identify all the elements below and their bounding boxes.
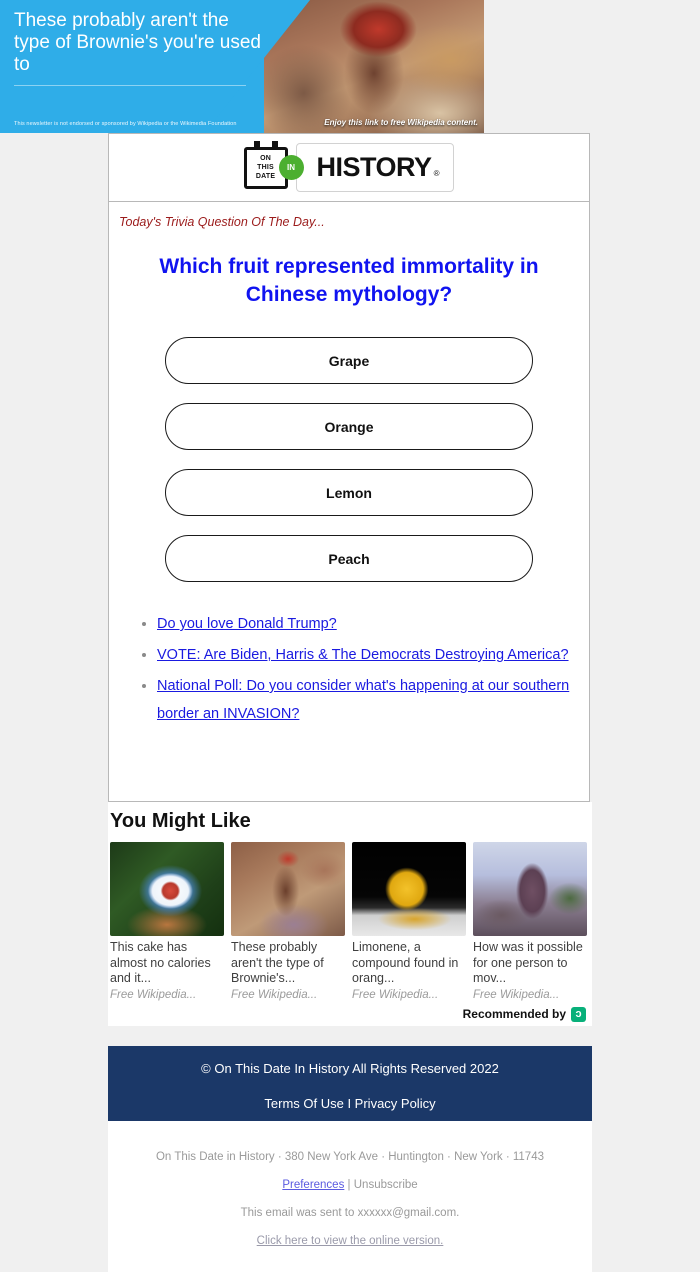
history-text: HISTORY — [316, 152, 433, 182]
in-badge: IN — [278, 155, 304, 180]
poll-link-list: Do you love Donald Trump? VOTE: Are Bide… — [109, 610, 589, 728]
card-thumbnail-cake — [110, 842, 224, 936]
card-thumbnail-moai — [473, 842, 587, 936]
mailing-address: On This Date in History · 380 New York A… — [155, 1151, 544, 1163]
card-title: This cake has almost no calories and it.… — [110, 940, 211, 985]
poll-link-democrats[interactable]: VOTE: Are Biden, Harris & The Democrats … — [157, 647, 569, 663]
preferences-link[interactable]: Preferences — [282, 1179, 344, 1191]
email-body-box: ON THIS DATE IN HISTORY ® Today's Trivia… — [108, 133, 590, 802]
trivia-question: Which fruit represented immortality in C… — [159, 255, 539, 306]
card-title: These probably aren't the type of Browni… — [231, 940, 324, 985]
recommendation-card-4[interactable]: How was it possible for one person to mo… — [473, 842, 587, 1001]
email-page: These probably aren't the type of Browni… — [0, 0, 700, 1272]
history-wordmark: HISTORY ® — [295, 143, 455, 192]
list-item: National Poll: Do you consider what's ha… — [157, 672, 589, 728]
poll-link-border[interactable]: National Poll: Do you consider what's ha… — [157, 678, 569, 722]
trivia-label: Today's Trivia Question Of The Day... — [119, 215, 325, 229]
calendar-line-1: ON — [260, 155, 271, 162]
card-source: Free Wikipedia... — [352, 988, 439, 1001]
terms-privacy-links[interactable]: Terms Of Use I Privacy Policy — [108, 1096, 592, 1111]
card-source: Free Wikipedia... — [110, 988, 197, 1001]
list-item: VOTE: Are Biden, Harris & The Democrats … — [157, 641, 589, 669]
preferences-row: Preferences | Unsubscribe — [108, 1179, 592, 1191]
poll-link-trump[interactable]: Do you love Donald Trump? — [157, 616, 337, 632]
brand-logo[interactable]: ON THIS DATE IN HISTORY ® — [243, 140, 455, 192]
card-source: Free Wikipedia... — [473, 988, 560, 1001]
answer-option-lemon[interactable]: Lemon — [165, 469, 533, 516]
sent-to-text: This email was sent to xxxxxx@gmail.com. — [240, 1207, 460, 1219]
banner-cta: Enjoy this link to free Wikipedia conten… — [324, 118, 478, 127]
recommended-by-attribution[interactable]: Recommended by ɔ — [108, 1006, 586, 1022]
card-title: How was it possible for one person to mo… — [473, 940, 583, 985]
card-source: Free Wikipedia... — [231, 988, 318, 1001]
answer-option-peach[interactable]: Peach — [165, 535, 533, 582]
section-title: You Might Like — [110, 810, 251, 832]
you-might-like-section: You Might Like This cake has almost no c… — [108, 802, 592, 1026]
calendar-line-3: DATE — [255, 173, 276, 180]
registered-mark: ® — [433, 169, 440, 178]
online-version-link[interactable]: Click here to view the online version. — [257, 1235, 444, 1247]
card-title: Limonene, a compound found in orang... — [352, 940, 459, 985]
banner-headline: These probably aren't the type of Browni… — [14, 10, 261, 75]
answer-option-grape[interactable]: Grape — [165, 337, 533, 384]
sponsor-banner[interactable]: These probably aren't the type of Browni… — [0, 0, 484, 133]
unsubscribe-link[interactable]: Unsubscribe — [354, 1179, 418, 1191]
footer-bar: © On This Date In History All Rights Res… — [108, 1046, 592, 1121]
recommendation-card-1[interactable]: This cake has almost no calories and it.… — [110, 842, 224, 1001]
card-thumbnail-limonene — [352, 842, 466, 936]
answer-option-orange[interactable]: Orange — [165, 403, 533, 450]
brand-header: ON THIS DATE IN HISTORY ® — [109, 134, 589, 202]
banner-photo — [264, 0, 484, 133]
legal-section: On This Date in History · 380 New York A… — [108, 1121, 592, 1272]
banner-divider — [14, 85, 246, 86]
recommendation-card-2[interactable]: These probably aren't the type of Browni… — [231, 842, 345, 1001]
taboola-logo-icon: ɔ — [571, 1006, 586, 1022]
recommended-by-label: Recommended by — [462, 1007, 566, 1021]
recommendation-card-3[interactable]: Limonene, a compound found in orang... F… — [352, 842, 466, 1001]
card-thumbnail-brownie — [231, 842, 345, 936]
answer-list: Grape Orange Lemon Peach — [165, 337, 533, 582]
calendar-line-2: THIS — [257, 164, 274, 171]
banner-disclaimer: This newsletter is not endorsed or spons… — [14, 121, 237, 127]
online-version-row: Click here to view the online version. — [108, 1235, 592, 1247]
copyright-text: © On This Date In History All Rights Res… — [201, 1061, 499, 1076]
list-item: Do you love Donald Trump? — [157, 610, 589, 638]
link-separator: | — [347, 1179, 351, 1191]
recommendation-cards: This cake has almost no calories and it.… — [108, 842, 592, 1001]
